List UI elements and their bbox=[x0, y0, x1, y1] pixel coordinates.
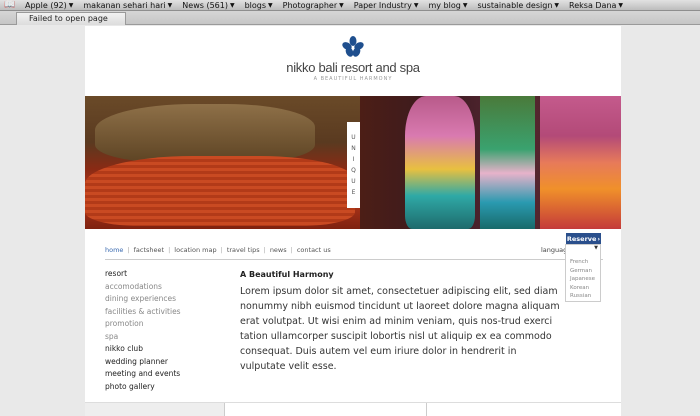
language-option[interactable]: French bbox=[570, 258, 595, 267]
sidebar-menu: resort accomodations dining experiences fac… bbox=[105, 268, 181, 393]
unique-letter: U bbox=[351, 178, 356, 185]
footer-divider bbox=[426, 403, 427, 416]
language-dropdown[interactable]: ▼ French German Japanese Korean Russian bbox=[565, 244, 601, 302]
sidebar-item-accomodations[interactable]: accomodations bbox=[105, 281, 181, 294]
triangle-down-icon: ▼ bbox=[339, 1, 344, 9]
bookmark-item[interactable]: makanan sehari hari ▼ bbox=[78, 1, 177, 10]
nav-separator: | bbox=[168, 246, 171, 254]
bookmark-label: my blog bbox=[428, 0, 461, 10]
content-body: Lorem ipsum dolor sit amet, consectetuer… bbox=[240, 286, 560, 372]
sidebar-item-promotion[interactable]: promotion bbox=[105, 318, 181, 331]
bookmarks-bar: 📖 Apple (92) ▼ makanan sehari hari ▼ News (5… bbox=[0, 0, 700, 11]
brand-tagline: A BEAUTIFUL HARMONY bbox=[313, 76, 393, 82]
sidebar-item-meeting-and-events[interactable]: meeting and events bbox=[105, 368, 181, 381]
bookmark-label: Apple (92) bbox=[25, 0, 67, 10]
sidebar-item-spa[interactable]: spa bbox=[105, 331, 181, 344]
sidebar-item-resort[interactable]: resort bbox=[105, 268, 181, 281]
bookmark-item[interactable]: my blog ▼ bbox=[423, 1, 472, 10]
nav-separator: | bbox=[220, 246, 223, 254]
nav-link-travel-tips[interactable]: travel tips bbox=[227, 246, 260, 254]
unique-letter: Q bbox=[351, 167, 356, 174]
nav-separator: | bbox=[127, 246, 130, 254]
nav-separator: | bbox=[263, 246, 266, 254]
bookmark-label: sustainable design bbox=[477, 0, 553, 10]
brand-name[interactable]: nikko bali resort and spa bbox=[85, 60, 621, 75]
reserve-button[interactable]: Reserve › bbox=[566, 233, 601, 244]
frangipani-logo-icon[interactable] bbox=[342, 36, 364, 58]
sidebar-item-facilities-activities[interactable]: facilities & activities bbox=[105, 306, 181, 319]
triangle-down-icon: ▼ bbox=[413, 1, 419, 9]
cushion-bottom bbox=[85, 156, 355, 226]
main-nav: home | factsheet | location map | travel tips |… bbox=[105, 246, 331, 254]
dancer-figure bbox=[480, 96, 535, 229]
chevron-right-icon: › bbox=[597, 234, 601, 243]
triangle-down-icon: ▼ bbox=[229, 1, 235, 9]
triangle-down-icon: ▼ bbox=[554, 1, 560, 9]
bookmark-item[interactable]: sustainable design ▼ bbox=[472, 1, 564, 10]
triangle-down-icon: ▼ bbox=[68, 1, 74, 9]
site-header: nikko bali resort and spa A BEAUTIFUL HA… bbox=[85, 36, 621, 82]
nav-separator: | bbox=[290, 246, 293, 254]
hero-cushions-image bbox=[85, 96, 360, 229]
bookmark-label: blogs bbox=[244, 0, 267, 10]
sidebar-item-wedding-planner[interactable]: wedding planner bbox=[105, 356, 181, 369]
language-option[interactable]: Japanese bbox=[570, 275, 595, 284]
sidebar-item-dining-experiences[interactable]: dining experiences bbox=[105, 293, 181, 306]
content-title: A Beautiful Harmony bbox=[240, 270, 334, 279]
sidebar-item-photo-gallery[interactable]: photo gallery bbox=[105, 381, 181, 394]
dancer-figure bbox=[405, 96, 475, 229]
nav-link-factsheet[interactable]: factsheet bbox=[134, 246, 164, 254]
web-page: nikko bali resort and spa A BEAUTIFUL HA… bbox=[85, 26, 621, 416]
bookmark-item[interactable]: News (561) ▼ bbox=[177, 1, 239, 10]
triangle-down-icon: ▼ bbox=[462, 1, 468, 9]
nav-link-location-map[interactable]: location map bbox=[174, 246, 216, 254]
status-strip: Failed to open page bbox=[0, 11, 700, 25]
unique-letter: N bbox=[351, 145, 356, 152]
bookmark-label: Paper Industry bbox=[353, 0, 412, 10]
language-option[interactable]: German bbox=[570, 267, 595, 276]
bookmarks-book-icon[interactable]: 📖 bbox=[0, 0, 20, 10]
bookmark-item[interactable]: blogs ▼ bbox=[240, 1, 278, 10]
unique-letter: U bbox=[351, 134, 356, 141]
triangle-down-icon: ▼ bbox=[618, 1, 624, 9]
reserve-label: Reserve bbox=[566, 234, 597, 243]
hero-dancers-image bbox=[360, 96, 621, 229]
status-tab[interactable]: Failed to open page bbox=[16, 12, 126, 25]
nav-divider bbox=[105, 259, 603, 260]
bookmark-item[interactable]: Paper Industry ▼ bbox=[349, 1, 424, 10]
sidebar-item-nikko-club[interactable]: nikko club bbox=[105, 343, 181, 356]
nav-link-contact-us[interactable]: contact us bbox=[297, 246, 331, 254]
bookmark-label: Reksa Dana bbox=[569, 0, 617, 10]
language-options: French German Japanese Korean Russian bbox=[570, 258, 595, 301]
unique-vertical-label: UNIQUE bbox=[347, 122, 360, 208]
dancer-figure bbox=[540, 96, 621, 229]
unique-letter: I bbox=[352, 156, 355, 163]
language-option[interactable]: Korean bbox=[570, 284, 595, 293]
bookmark-label: makanan sehari hari bbox=[83, 0, 166, 10]
nav-link-news[interactable]: news bbox=[270, 246, 287, 254]
language-option[interactable]: Russian bbox=[570, 292, 595, 301]
bookmark-label: News (561) bbox=[182, 0, 228, 10]
triangle-down-icon: ▼ bbox=[268, 1, 273, 9]
cushion-top bbox=[95, 104, 315, 162]
triangle-down-icon: ▼ bbox=[167, 1, 173, 9]
bookmark-item[interactable]: Photographer ▼ bbox=[278, 1, 349, 10]
unique-letter: E bbox=[351, 189, 356, 196]
nav-link-home[interactable]: home bbox=[105, 246, 123, 254]
footer-strip bbox=[85, 402, 621, 416]
caret-down-icon: ▼ bbox=[594, 245, 598, 251]
hero-banner: UNIQUE bbox=[85, 96, 621, 229]
footer-cell bbox=[85, 403, 225, 416]
bookmark-label: Photographer bbox=[282, 0, 338, 10]
bookmark-item[interactable]: Reksa Dana ▼ bbox=[564, 1, 628, 10]
bookmark-item[interactable]: Apple (92) ▼ bbox=[20, 1, 78, 10]
